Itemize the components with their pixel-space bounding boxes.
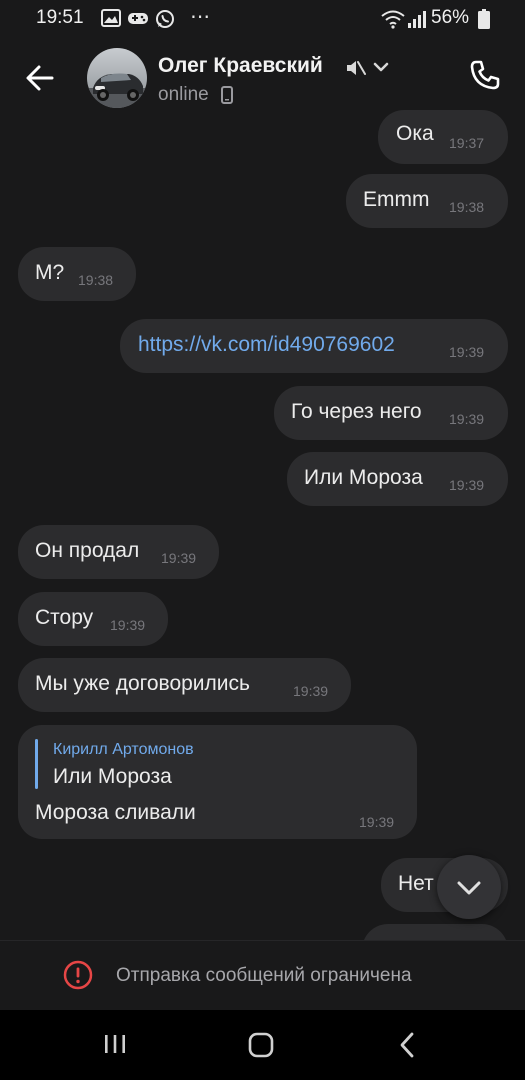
status-bar: 19:51 ⋯ 56% — [0, 0, 525, 38]
message-text: Стору — [35, 606, 94, 629]
chevron-down-icon[interactable] — [373, 61, 389, 73]
phone-icon — [470, 60, 500, 90]
speaker-muted-icon — [347, 61, 366, 75]
recent-apps-button[interactable] — [95, 1027, 135, 1063]
restriction-notice: Отправка сообщений ограничена — [116, 965, 412, 986]
message-time: 19:39 — [293, 683, 329, 699]
message-text: Нет — [398, 872, 434, 895]
message-time: 19:39 — [359, 814, 395, 830]
message-time: 19:37 — [449, 135, 485, 151]
status-time: 19:51 — [36, 7, 84, 28]
message-bubble-outgoing[interactable]: Или Мороза 19:39 — [287, 452, 508, 506]
messaging-restricted-bar: Отправка сообщений ограничена — [0, 940, 525, 1010]
message-text: Он продал — [35, 539, 140, 562]
message-bubble-incoming[interactable]: Он продал 19:39 — [18, 525, 219, 579]
whatsapp-notification-icon — [156, 10, 174, 28]
chevron-down-icon — [457, 881, 481, 895]
gallery-notification-icon — [101, 9, 121, 27]
message-time: 19:39 — [449, 344, 485, 360]
contact-online-status: online — [158, 84, 209, 105]
exclamation-circle-icon — [63, 960, 93, 990]
recent-apps-icon — [105, 1035, 125, 1053]
nav-back-icon — [400, 1032, 414, 1058]
nav-back-button[interactable] — [388, 1027, 428, 1063]
message-bubble-outgoing[interactable]: https://vk.com/id490769602 19:39 — [120, 319, 508, 373]
message-text: Или Мороза — [304, 466, 423, 489]
message-bubble-outgoing[interactable]: Emmm 19:38 — [346, 174, 508, 228]
home-button[interactable] — [241, 1027, 281, 1063]
message-bubble-outgoing[interactable]: Ока 19:37 — [378, 110, 508, 164]
signal-icon — [408, 11, 426, 28]
message-bubble-incoming[interactable]: Стору 19:39 — [18, 592, 168, 646]
message-text: Го через него — [291, 400, 422, 423]
message-time: 19:39 — [449, 411, 485, 427]
contact-avatar[interactable] — [87, 48, 147, 108]
message-time: 19:39 — [110, 617, 146, 633]
reply-quoted-text[interactable]: Или Мороза — [53, 765, 172, 789]
message-time: 19:38 — [78, 272, 114, 288]
arrow-left-icon — [26, 65, 54, 91]
reply-author[interactable]: Кирилл Артомонов — [53, 741, 194, 759]
battery-percent: 56% — [431, 7, 470, 28]
gamepad-notification-icon — [128, 13, 148, 24]
home-icon — [248, 1032, 274, 1058]
battery-icon — [478, 9, 490, 29]
contact-name[interactable]: Олег Краевский — [158, 54, 323, 78]
message-time: 19:39 — [161, 550, 197, 566]
message-time: 19:38 — [449, 199, 485, 215]
back-button[interactable] — [20, 58, 60, 98]
message-text: Мы уже договорились — [35, 672, 250, 695]
message-link[interactable]: https://vk.com/id490769602 — [138, 333, 395, 357]
message-text: Мороза сливали — [35, 801, 196, 824]
reply-quote-bar — [35, 739, 38, 789]
call-button[interactable] — [462, 54, 506, 98]
message-text: Emmm — [363, 188, 430, 211]
more-notifications-icon: ⋯ — [190, 6, 211, 28]
system-navigation-bar — [0, 1010, 525, 1080]
message-bubble-reply[interactable]: Кирилл Артомонов Или Мороза Мороза слива… — [18, 725, 417, 839]
avatar-image — [87, 48, 147, 108]
wifi-icon — [381, 10, 405, 29]
mobile-device-icon — [221, 86, 233, 104]
message-bubble-outgoing[interactable]: Го через него 19:39 — [274, 386, 508, 440]
scroll-to-bottom-button[interactable] — [437, 855, 501, 919]
message-text: Ока — [396, 122, 434, 145]
chat-header: Олег Краевский online — [0, 38, 525, 118]
message-bubble-incoming[interactable]: Мы уже договорились 19:39 — [18, 658, 351, 712]
message-text: М? — [35, 261, 65, 284]
message-bubble-incoming[interactable]: М? 19:38 — [18, 247, 136, 301]
message-time: 19:39 — [449, 477, 485, 493]
